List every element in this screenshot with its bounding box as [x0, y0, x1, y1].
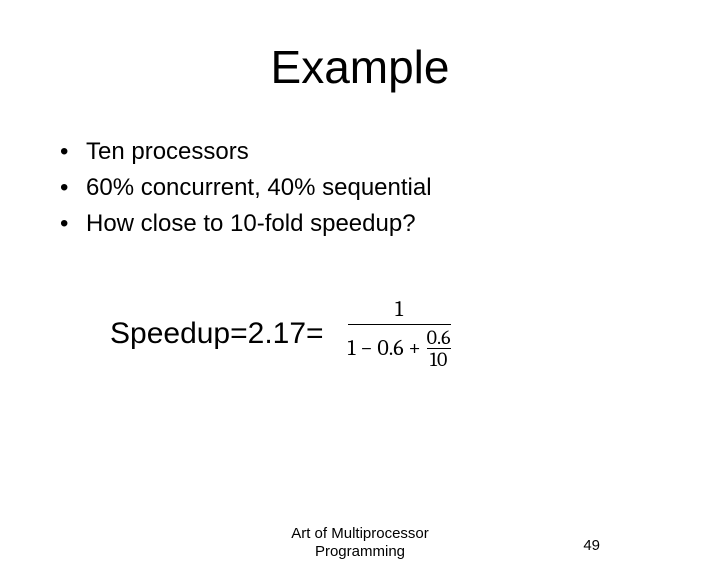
speedup-label: Speedup=2.17=: [110, 317, 324, 351]
slide-title: Example: [0, 40, 720, 94]
inner-frac-bottom: 10: [430, 349, 448, 370]
bullet-item: How close to 10-fold speedup?: [60, 206, 720, 242]
bullet-item: 60% concurrent, 40% sequential: [60, 170, 720, 206]
bullet-list: Ten processors 60% concurrent, 40% seque…: [60, 134, 720, 242]
footer-text: Art of Multiprocessor Programming: [291, 525, 429, 563]
inner-fraction: 0.6 10: [427, 327, 451, 370]
inner-frac-top: 0.6: [427, 327, 451, 348]
formula-denominator: 1 − 0.6 + 0.6 10: [348, 325, 451, 370]
footer-line2: Programming: [315, 543, 405, 560]
denom-left: 1 − 0.6 +: [348, 336, 421, 361]
formula-numerator: 1: [389, 297, 409, 324]
footer-line1: Art of Multiprocessor: [291, 525, 429, 542]
bullet-item: Ten processors: [60, 134, 720, 170]
formula: 1 1 − 0.6 + 0.6 10: [348, 297, 451, 370]
footer: Art of Multiprocessor Programming: [0, 525, 720, 563]
speedup-row: Speedup=2.17= 1 1 − 0.6 + 0.6 10: [110, 297, 720, 370]
